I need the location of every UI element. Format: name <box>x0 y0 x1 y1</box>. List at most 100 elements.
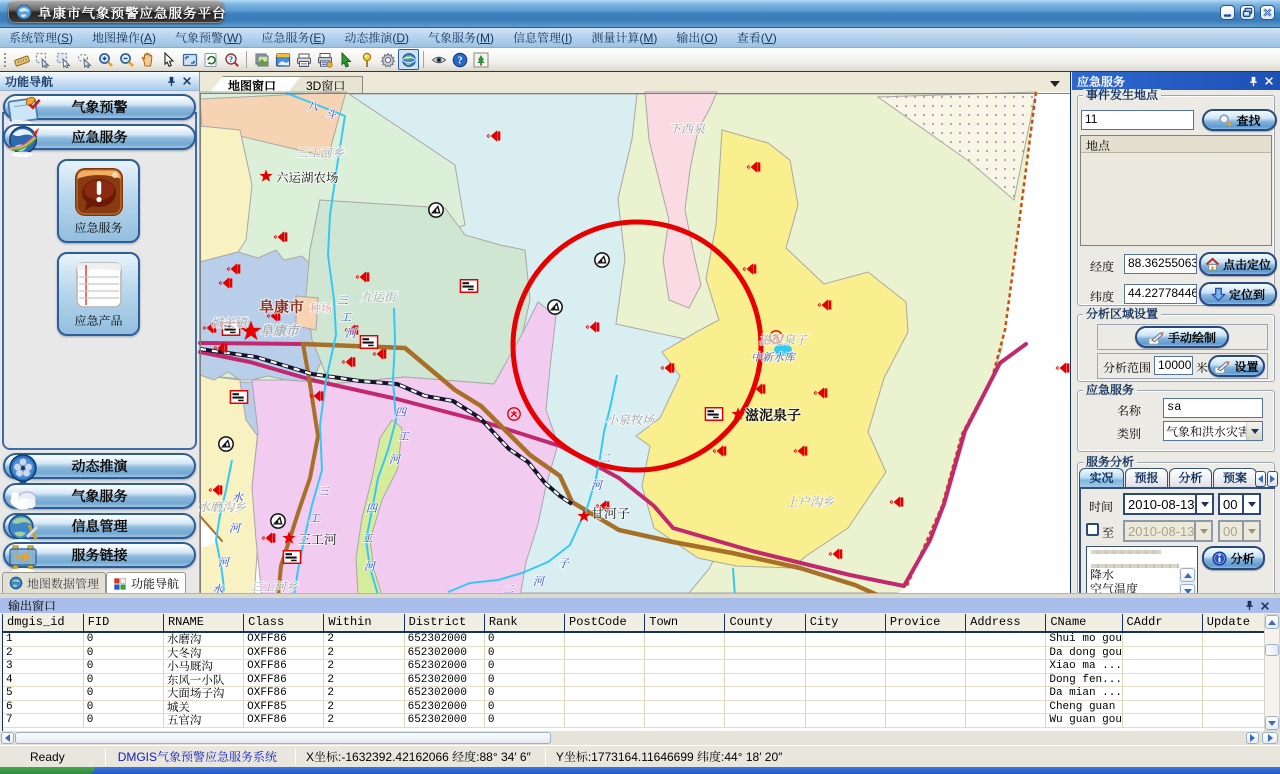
cell-PostCode[interactable] <box>565 660 645 674</box>
longitude-input[interactable]: 88.36255063 <box>1124 254 1197 274</box>
column-header-Address[interactable]: Address <box>966 614 1046 632</box>
column-header-PostCode[interactable]: PostCode <box>565 614 645 632</box>
cell-Class[interactable]: OXFF86 <box>244 687 324 701</box>
cell-Rank[interactable]: 0 <box>484 632 564 646</box>
minimize-button[interactable] <box>1220 5 1235 20</box>
table-corner-button[interactable] <box>1262 732 1278 744</box>
cell-Rank[interactable]: 0 <box>484 646 564 660</box>
service-type-combo[interactable]: 气象和洪水灾害 <box>1163 421 1263 441</box>
cell-RNAME[interactable]: 大面场子沟 <box>163 687 243 701</box>
cell-Class[interactable]: OXFF86 <box>244 660 324 674</box>
menu-item-S[interactable]: 系统管理(S) <box>8 27 74 48</box>
output-pin-icon[interactable] <box>1242 599 1257 613</box>
cell-Provice[interactable] <box>885 660 965 674</box>
map-view[interactable]: 八斗六运湖农场三工河乡下西泉九运街阜康市阜康市城关镇种场水磨沟乡三工河乡三工河甘… <box>201 94 1070 593</box>
identify-icon[interactable] <box>221 49 242 70</box>
analysis-tab-2[interactable]: 分析 <box>1169 468 1212 488</box>
cell-Town[interactable] <box>645 700 725 714</box>
cell-dmgis_id[interactable]: 4 <box>3 673 83 687</box>
settings-gear-icon[interactable] <box>377 49 398 70</box>
print-icon[interactable] <box>293 49 314 70</box>
cell-Update[interactable] <box>1202 660 1264 674</box>
cell-CAddr[interactable] <box>1122 673 1202 687</box>
cell-County[interactable] <box>725 646 805 660</box>
menu-item-A[interactable]: 地图操作(A) <box>91 27 157 48</box>
select-box-icon[interactable] <box>32 49 53 70</box>
nav-group-service-links[interactable]: 服务链接 <box>3 542 196 568</box>
column-header-dmgis_id[interactable]: dmgis_id <box>3 614 83 632</box>
cell-RNAME[interactable]: 五官沟 <box>163 714 243 728</box>
cell-CName[interactable]: Wu guan gou <box>1046 714 1122 728</box>
cell-Within[interactable]: 2 <box>324 673 404 687</box>
cell-Within[interactable]: 2 <box>324 660 404 674</box>
cell-Provice[interactable] <box>885 646 965 660</box>
cell-Rank[interactable]: 0 <box>484 687 564 701</box>
cell-Class[interactable]: OXFF85 <box>244 700 324 714</box>
cell-Within[interactable]: 2 <box>324 700 404 714</box>
camp-marker[interactable] <box>548 300 562 314</box>
cell-Within[interactable]: 2 <box>324 632 404 646</box>
station-flag-marker[interactable] <box>230 391 247 404</box>
table-scroll-up-button[interactable] <box>1265 615 1279 629</box>
menu-item-I[interactable]: 信息管理(I) <box>512 27 573 48</box>
latitude-input[interactable]: 44.22778446 <box>1124 284 1197 304</box>
camp-marker[interactable] <box>271 514 285 528</box>
station-flag-marker[interactable] <box>705 408 722 421</box>
date-combo[interactable]: 2010-08-13 <box>1123 493 1214 515</box>
start-button-edge[interactable] <box>0 767 95 774</box>
road-magenta-west[interactable] <box>200 343 303 344</box>
cell-County[interactable] <box>725 632 805 646</box>
service-name-input[interactable]: sa <box>1163 398 1263 418</box>
place-pin-icon[interactable] <box>356 49 377 70</box>
menu-item-D[interactable]: 动态推演(D) <box>343 27 410 48</box>
cell-County[interactable] <box>725 660 805 674</box>
output-vertical-scrollbar[interactable] <box>1264 614 1280 731</box>
cell-RNAME[interactable]: 大冬沟 <box>163 646 243 660</box>
cell-City[interactable] <box>805 646 885 660</box>
column-header-RNAME[interactable]: RNAME <box>163 614 243 632</box>
cell-Update[interactable] <box>1202 646 1264 660</box>
cell-FID[interactable]: 0 <box>83 714 163 728</box>
cell-County[interactable] <box>725 687 805 701</box>
cell-Town[interactable] <box>645 632 725 646</box>
column-header-CAddr[interactable]: CAddr <box>1122 614 1202 632</box>
cell-Address[interactable] <box>966 700 1046 714</box>
location-listbox[interactable]: 地点 <box>1080 135 1272 246</box>
element-listbox[interactable]: 降水空气温度 <box>1086 546 1198 598</box>
cell-City[interactable] <box>805 687 885 701</box>
nav-group-dynamic-deduction[interactable]: 动态推演 <box>3 453 196 479</box>
cell-Rank[interactable]: 0 <box>484 714 564 728</box>
range-set-button[interactable]: 设置 <box>1208 355 1265 377</box>
cell-Update[interactable] <box>1202 687 1264 701</box>
menu-item-M[interactable]: 测量计算(M) <box>590 27 658 48</box>
windows-taskbar[interactable] <box>0 767 1280 774</box>
nav-pin-icon[interactable] <box>164 74 179 88</box>
cell-Class[interactable]: OXFF86 <box>244 646 324 660</box>
table-hscroll-thumb[interactable] <box>15 732 551 744</box>
cell-CName[interactable]: Shui mo gou <box>1046 632 1122 646</box>
cell-CAddr[interactable] <box>1122 646 1202 660</box>
close-button[interactable] <box>1260 5 1275 20</box>
cell-District[interactable]: 652302000 <box>404 660 484 674</box>
cell-PostCode[interactable] <box>565 673 645 687</box>
cell-dmgis_id[interactable]: 1 <box>3 632 83 646</box>
table-vscroll-thumb[interactable] <box>1265 644 1279 656</box>
nav-item-emergency-service[interactable]: 应急服务 <box>57 159 140 243</box>
eye-visibility-icon[interactable] <box>428 49 449 70</box>
cell-Rank[interactable]: 0 <box>484 673 564 687</box>
cell-dmgis_id[interactable]: 2 <box>3 646 83 660</box>
cell-Address[interactable] <box>966 646 1046 660</box>
pointer-icon[interactable] <box>158 49 179 70</box>
cell-CName[interactable]: Cheng guan <box>1046 700 1122 714</box>
cell-Update[interactable] <box>1202 632 1264 646</box>
column-header-City[interactable]: City <box>805 614 885 632</box>
to-checkbox[interactable] <box>1086 523 1099 536</box>
cell-dmgis_id[interactable]: 3 <box>3 660 83 674</box>
camp-marker[interactable] <box>219 437 233 451</box>
cell-County[interactable] <box>725 714 805 728</box>
combo-dropdown-button[interactable] <box>1246 422 1262 440</box>
nav-group-info-management[interactable]: 信息管理 <box>3 513 196 539</box>
cell-Address[interactable] <box>966 660 1046 674</box>
table-scroll-right-button[interactable] <box>1246 732 1259 744</box>
table-scroll-down-button[interactable] <box>1265 716 1279 730</box>
